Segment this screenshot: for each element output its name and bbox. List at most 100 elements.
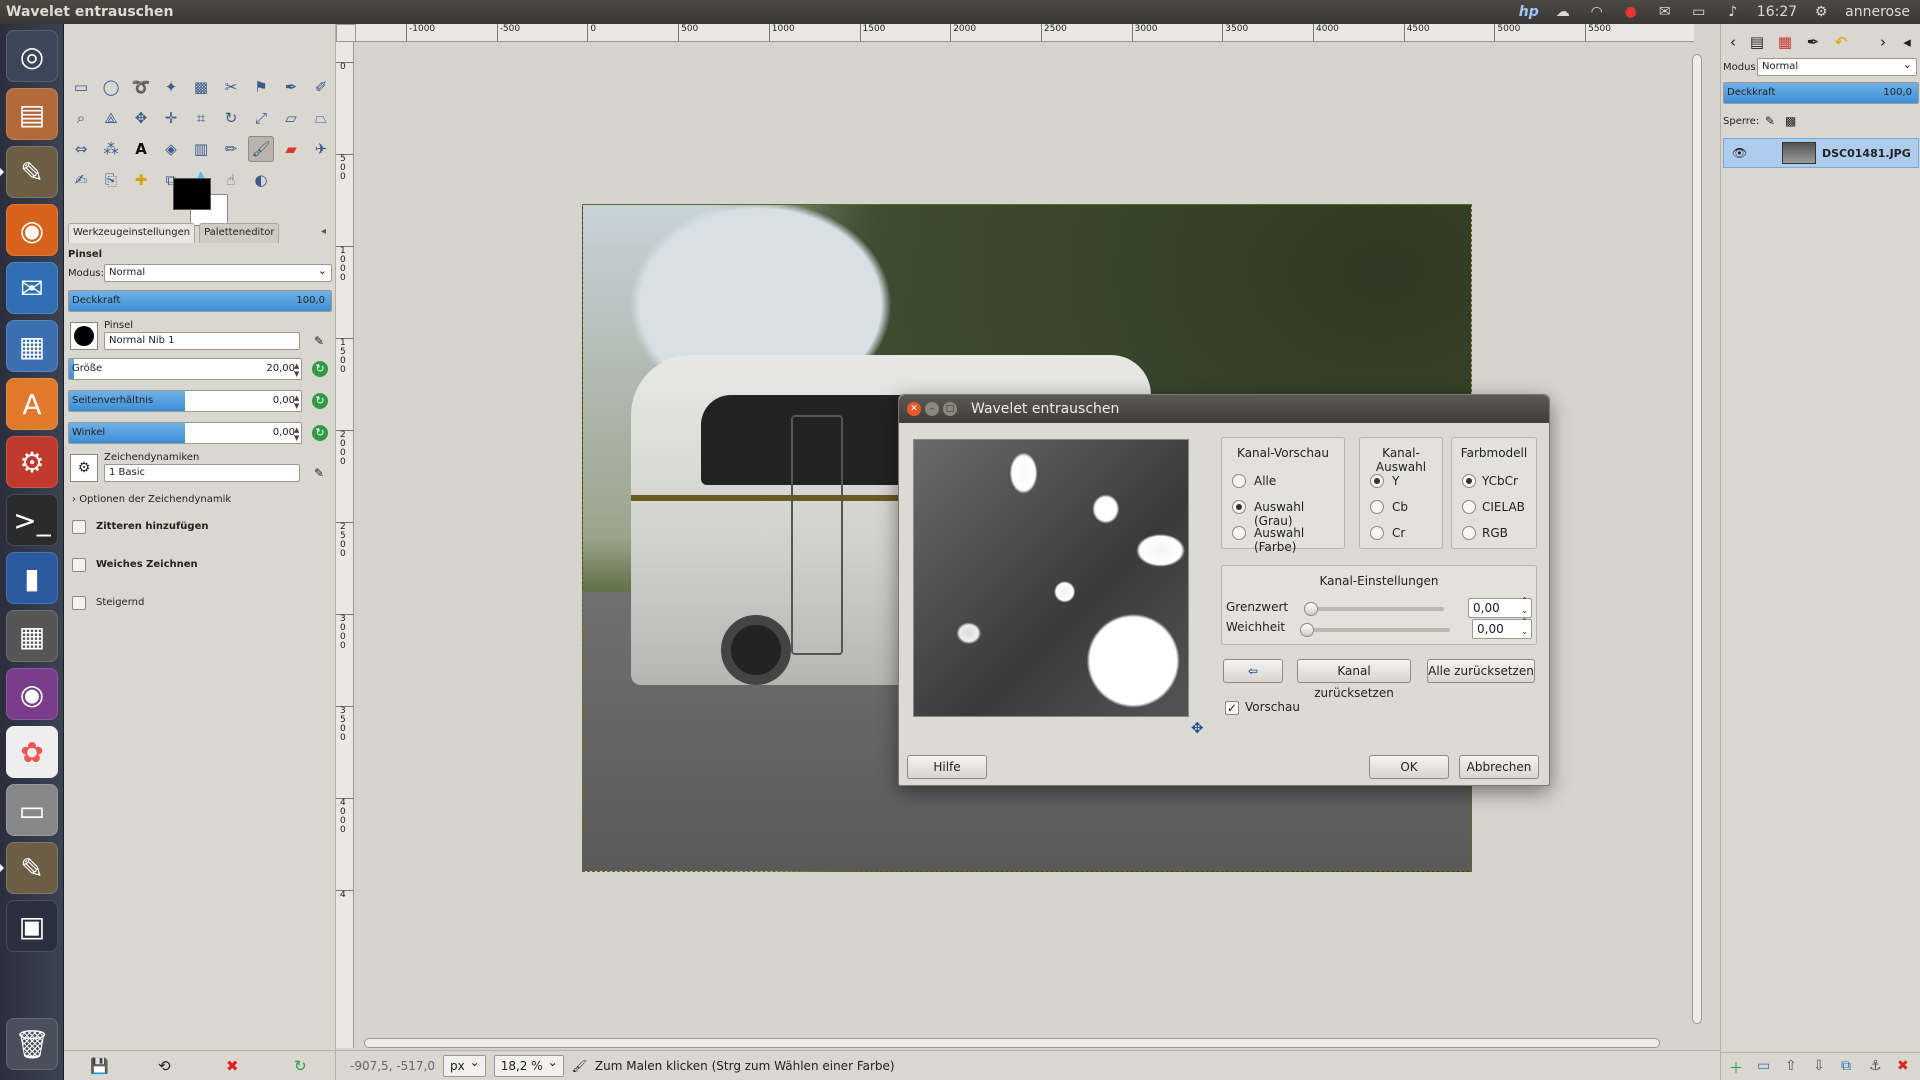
- ellipse-select-icon[interactable]: ◯: [98, 74, 124, 100]
- clone-icon[interactable]: ⎘: [98, 167, 124, 193]
- volume-icon[interactable]: ♪: [1723, 4, 1743, 20]
- help-button[interactable]: Hilfe: [907, 755, 987, 779]
- firefox-icon[interactable]: ◉: [6, 204, 58, 256]
- threshold-spin[interactable]: 0,00: [1468, 596, 1532, 618]
- mode-select[interactable]: Normal: [104, 264, 332, 282]
- ok-button[interactable]: OK: [1369, 755, 1449, 779]
- dynamics-options-expander[interactable]: › Optionen der Zeichendynamik: [72, 494, 231, 505]
- scanner-icon[interactable]: ▭: [6, 784, 58, 836]
- dock-right-arrow-icon[interactable]: ›: [1871, 30, 1895, 54]
- pencil-icon[interactable]: ✏: [218, 136, 244, 162]
- terminal-icon[interactable]: >_: [6, 494, 58, 546]
- preview-checkbox[interactable]: ✓: [1225, 701, 1239, 715]
- size-reset-icon[interactable]: ↻: [312, 361, 328, 377]
- reset-channel-button[interactable]: Kanal zurücksetzen: [1297, 659, 1411, 700]
- smudge-icon[interactable]: ☝: [218, 167, 244, 193]
- hp-icon[interactable]: hp: [1519, 4, 1539, 20]
- trash-icon[interactable]: 🗑: [6, 1018, 58, 1070]
- crop-icon[interactable]: ⌗: [188, 105, 214, 131]
- gimp-icon[interactable]: ✎: [0, 146, 58, 198]
- paths-tab-icon[interactable]: ✒: [1801, 30, 1825, 54]
- eye-of-gnome-icon[interactable]: ◉: [6, 668, 58, 720]
- free-select-icon[interactable]: ➰: [128, 74, 154, 100]
- fuzzy-select-icon[interactable]: ✦: [158, 74, 184, 100]
- zoom-select[interactable]: 18,2 %: [493, 1054, 564, 1077]
- softness-slider[interactable]: [1302, 628, 1450, 632]
- user-name[interactable]: annerose: [1845, 4, 1910, 20]
- size-spin-icon[interactable]: ▲ ▼: [294, 362, 299, 378]
- foreground-color[interactable]: [173, 178, 211, 210]
- eraser-icon[interactable]: ▰: [278, 136, 304, 162]
- horizontal-scrollbar[interactable]: [356, 1036, 1676, 1050]
- reset-all-button[interactable]: Alle zurücksetzen: [1427, 659, 1535, 683]
- edit-dynamics-icon[interactable]: ✎: [314, 466, 324, 480]
- move-icon[interactable]: ✥: [128, 105, 154, 131]
- ink-icon[interactable]: ✍: [68, 167, 94, 193]
- flip-icon[interactable]: ⇔: [68, 136, 94, 162]
- preview-all-radio[interactable]: [1232, 474, 1246, 488]
- restore-options-icon[interactable]: ⟲: [158, 1057, 171, 1075]
- layer-mode-select[interactable]: Normal: [1757, 58, 1917, 76]
- angle-slider[interactable]: Winkel 0,00: [68, 422, 302, 444]
- preview-gray-radio[interactable]: [1232, 500, 1246, 514]
- incremental-checkbox[interactable]: [72, 596, 86, 610]
- softness-slider-knob[interactable]: [1300, 623, 1314, 637]
- vertical-ruler[interactable]: 0 5 0 0 1 0 0 0 1 5 0 0 2 0 0 0 2 5 0 0 3 0 0 …: [336, 42, 354, 1048]
- bucket-fill-icon[interactable]: ◈: [158, 136, 184, 162]
- channel-cr-radio[interactable]: [1370, 526, 1384, 540]
- save-options-icon[interactable]: 💾: [90, 1057, 109, 1075]
- threshold-slider-knob[interactable]: [1304, 602, 1318, 616]
- size-slider[interactable]: Größe 20,00: [68, 358, 302, 380]
- layer-row[interactable]: 👁 DSC01481.JPG: [1723, 138, 1919, 168]
- dock-left-arrow-icon[interactable]: ‹: [1721, 30, 1745, 54]
- text-icon[interactable]: A: [128, 136, 154, 162]
- airbrush-icon[interactable]: ✈: [308, 136, 334, 162]
- dynamics-field[interactable]: 1 Basic: [104, 464, 300, 482]
- rect-select-icon[interactable]: ▭: [68, 74, 94, 100]
- dash-home-icon[interactable]: ◎: [6, 30, 58, 82]
- back-arrow-button[interactable]: ⇦: [1223, 659, 1283, 683]
- undo-history-tab-icon[interactable]: ↶: [1829, 30, 1853, 54]
- brush-preview[interactable]: [70, 322, 98, 350]
- aspect-spin-icon[interactable]: ▲ ▼: [294, 394, 299, 410]
- angle-spin-icon[interactable]: ▲ ▼: [294, 426, 299, 442]
- scale-icon[interactable]: ⤢: [248, 105, 274, 131]
- files-icon[interactable]: ▤: [6, 88, 58, 140]
- opacity-slider[interactable]: Deckkraft 100,0: [68, 290, 332, 312]
- new-layer-icon[interactable]: ＋: [1729, 1058, 1743, 1078]
- move-preview-icon[interactable]: ✥: [1191, 719, 1204, 737]
- perspective-icon[interactable]: ⏢: [308, 105, 334, 131]
- layers-tab-icon[interactable]: ▤: [1745, 30, 1769, 54]
- preview-image[interactable]: [913, 439, 1189, 717]
- gear-icon[interactable]: ⚙: [1811, 4, 1831, 20]
- channel-cb-radio[interactable]: [1370, 500, 1384, 514]
- preview-color-radio[interactable]: [1232, 526, 1246, 540]
- thunderbird-icon[interactable]: ✉: [6, 262, 58, 314]
- dynamics-icon[interactable]: ⚙: [70, 454, 98, 482]
- softness-spin[interactable]: 0,00: [1472, 617, 1532, 639]
- paintbrush-icon[interactable]: 🖌: [248, 136, 274, 162]
- threshold-slider[interactable]: [1306, 607, 1444, 611]
- angle-reset-icon[interactable]: ↻: [312, 425, 328, 441]
- edit-brush-icon[interactable]: ✎: [314, 334, 324, 348]
- dock-menu-icon[interactable]: ◂: [1895, 30, 1919, 54]
- rotate-icon[interactable]: ↻: [218, 105, 244, 131]
- brush-field[interactable]: Normal Nib 1: [104, 332, 300, 350]
- software-center-icon[interactable]: A: [6, 378, 58, 430]
- dodge-burn-icon[interactable]: ◐: [248, 167, 274, 193]
- shear-icon[interactable]: ▱: [278, 105, 304, 131]
- smooth-checkbox[interactable]: [72, 558, 86, 572]
- sd-card-icon[interactable]: ▮: [6, 552, 58, 604]
- scissors-icon[interactable]: ✂: [218, 74, 244, 100]
- channels-tab-icon[interactable]: ▦: [1773, 30, 1797, 54]
- tab-menu-icon[interactable]: ◂: [321, 226, 326, 237]
- unit-select[interactable]: px: [443, 1054, 486, 1077]
- cloud-icon[interactable]: ☁: [1553, 4, 1573, 20]
- aspect-reset-icon[interactable]: ↻: [312, 393, 328, 409]
- cage-icon[interactable]: ⁂: [98, 136, 124, 162]
- paths-icon[interactable]: ✒: [278, 74, 304, 100]
- writer-icon[interactable]: ▦: [6, 320, 58, 372]
- minimize-icon[interactable]: –: [925, 402, 939, 416]
- color-select-icon[interactable]: ▩: [188, 74, 214, 100]
- vertical-scrollbar[interactable]: [1690, 44, 1704, 1044]
